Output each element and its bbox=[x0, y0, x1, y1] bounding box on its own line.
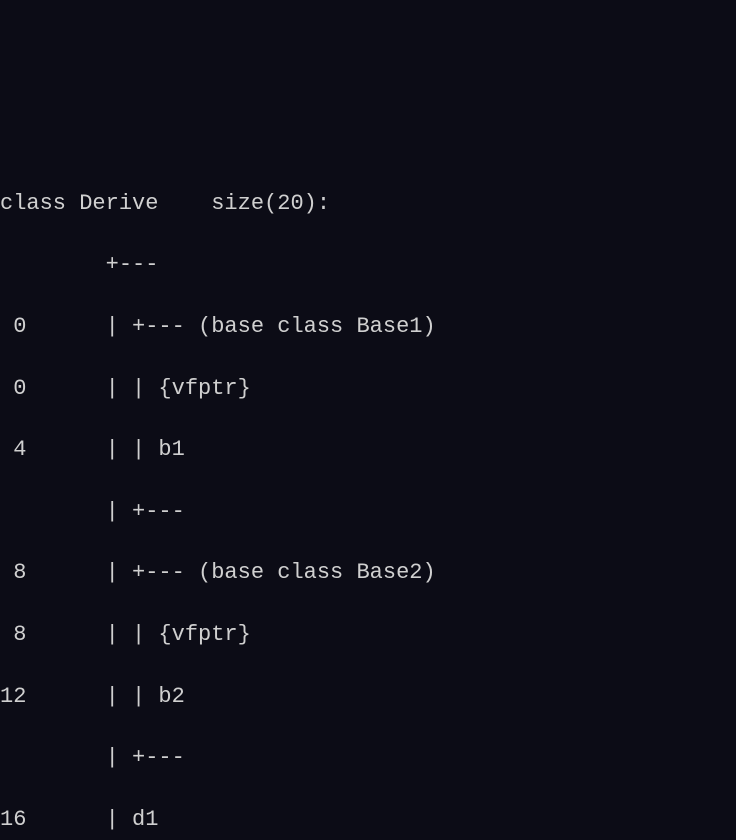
layout-line: 16 | d1 bbox=[0, 805, 736, 836]
layout-line: | +--- bbox=[0, 497, 736, 528]
class-layout-header: class Derive size(20): bbox=[0, 189, 736, 220]
layout-line: 12 | | b2 bbox=[0, 682, 736, 713]
layout-line: +--- bbox=[0, 250, 736, 281]
layout-line: 0 | | {vfptr} bbox=[0, 374, 736, 405]
layout-line: 8 | +--- (base class Base2) bbox=[0, 558, 736, 589]
layout-line: 0 | +--- (base class Base1) bbox=[0, 312, 736, 343]
terminal-output: class Derive size(20): +--- 0 | +--- (ba… bbox=[0, 154, 736, 840]
layout-line: 4 | | b1 bbox=[0, 435, 736, 466]
layout-line: | +--- bbox=[0, 743, 736, 774]
layout-line: 8 | | {vfptr} bbox=[0, 620, 736, 651]
